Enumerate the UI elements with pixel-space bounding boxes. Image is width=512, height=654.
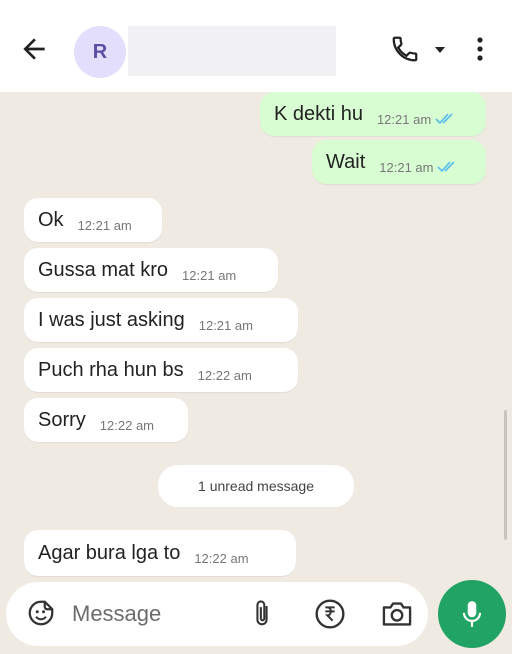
message-text: K dekti hu — [274, 102, 363, 125]
more-vert-icon[interactable] — [470, 34, 490, 64]
message-time: 12:21 am — [182, 267, 237, 283]
read-ticks-icon — [437, 161, 456, 173]
dropdown-caret-icon[interactable] — [432, 42, 448, 58]
mic-icon — [462, 601, 482, 627]
message-time: 12:21 am — [376, 111, 432, 127]
message-bubble-incoming[interactable]: Gussa mat kro 12:21 am — [24, 248, 278, 292]
message-time: 12:21 am — [198, 317, 253, 333]
attach-icon[interactable] — [248, 598, 276, 630]
camera-icon[interactable] — [380, 598, 414, 630]
message-text: Agar bura lga to — [38, 541, 181, 564]
message-bubble-incoming[interactable]: Puch rha hun bs 12:22 am — [24, 348, 298, 392]
mic-button[interactable] — [438, 580, 506, 648]
emoji-sticker-icon[interactable] — [26, 598, 56, 628]
chat-scrollbar[interactable] — [504, 410, 507, 540]
read-ticks-icon — [435, 113, 453, 125]
message-bubble-incoming[interactable]: Ok 12:21 am — [24, 198, 162, 242]
message-bubble-outgoing[interactable]: K dekti hu 12:21 am — [260, 92, 486, 136]
message-text: I was just asking — [38, 308, 185, 331]
message-time: 12:21 am — [77, 217, 132, 233]
back-arrow-icon[interactable] — [18, 33, 50, 65]
message-bubble-incoming[interactable]: Agar bura lga to 12:22 am — [24, 530, 296, 576]
message-text: Wait — [326, 150, 366, 173]
chat-area[interactable]: K dekti hu 12:21 am Wait 12:21 am Ok 12:… — [0, 92, 512, 582]
message-text: Gussa mat kro — [38, 258, 169, 281]
message-time: 12:21 am — [379, 159, 434, 175]
contact-avatar[interactable]: R — [74, 26, 126, 78]
avatar-initial: R — [92, 40, 108, 63]
message-text: Sorry — [38, 408, 86, 431]
message-time: 12:22 am — [99, 417, 154, 433]
rupee-payment-icon[interactable] — [314, 598, 346, 630]
message-bubble-incoming[interactable]: I was just asking 12:21 am — [24, 298, 298, 342]
call-icon[interactable] — [390, 34, 420, 64]
message-text: Ok — [38, 208, 64, 231]
chat-header: R — [0, 0, 512, 92]
unread-label: 1 unread message — [198, 478, 314, 494]
message-bubble-incoming[interactable]: Sorry 12:22 am — [24, 398, 188, 442]
unread-messages-divider: 1 unread message — [158, 465, 354, 507]
contact-name-redacted[interactable] — [128, 26, 336, 76]
message-time: 12:22 am — [194, 550, 249, 566]
message-input[interactable] — [72, 596, 232, 632]
message-bubble-outgoing[interactable]: Wait 12:21 am — [312, 140, 486, 184]
message-time: 12:22 am — [197, 367, 252, 383]
compose-bar — [6, 582, 428, 646]
message-text: Puch rha hun bs — [38, 358, 184, 381]
